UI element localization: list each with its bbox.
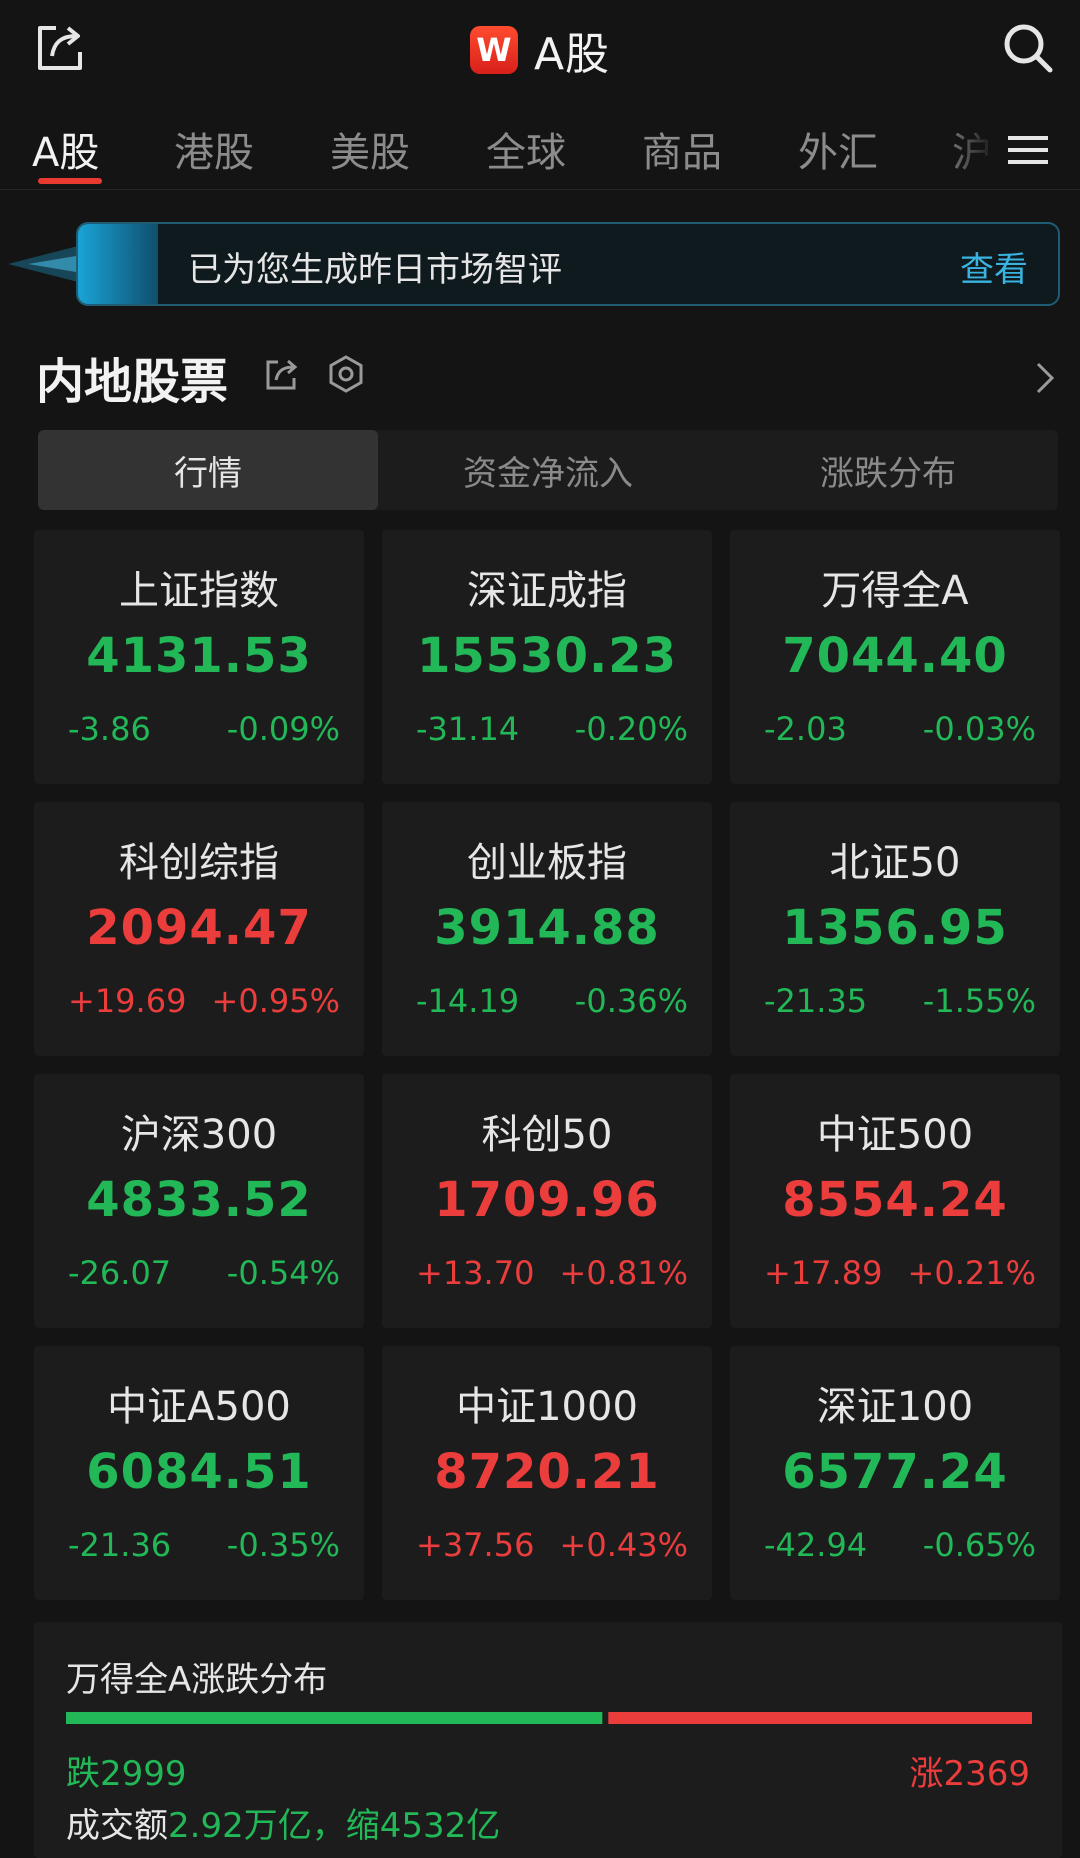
index-name: 中证500 xyxy=(816,1112,974,1158)
index-change: -3.86 xyxy=(68,710,151,748)
index-change-percent: -0.36% xyxy=(574,982,688,1020)
tab-commodities[interactable]: 商品 xyxy=(642,120,722,178)
tab-global[interactable]: 全球 xyxy=(486,120,566,178)
index-card[interactable]: 创业板指 3914.88 -14.19 -0.36% xyxy=(382,802,712,1056)
index-change-percent: +0.43% xyxy=(559,1526,688,1564)
page-title: A股 xyxy=(533,29,611,80)
tab-forex[interactable]: 外汇 xyxy=(798,120,878,178)
index-change-percent: -0.65% xyxy=(922,1526,1036,1564)
index-change-percent: -0.09% xyxy=(226,710,340,748)
index-change: -14.19 xyxy=(416,982,520,1020)
tab-us-stocks[interactable]: 美股 xyxy=(330,120,410,178)
section-title: 内地股票 xyxy=(36,354,229,410)
banner-accent-strip xyxy=(78,224,158,304)
share-icon[interactable] xyxy=(264,356,300,392)
index-name: 深证100 xyxy=(816,1384,974,1430)
index-name: 创业板指 xyxy=(467,840,627,886)
segment-quotes[interactable]: 行情 xyxy=(38,430,378,510)
active-tab-indicator xyxy=(38,178,102,184)
index-card[interactable]: 万得全A 7044.40 -2.03 -0.03% xyxy=(730,530,1060,784)
index-name: 中证1000 xyxy=(456,1384,638,1430)
fall-count: 跌2999 xyxy=(66,1754,187,1794)
app-title: W A股 xyxy=(0,18,1080,82)
index-name: 科创综指 xyxy=(119,840,279,886)
fall-segment xyxy=(66,1712,603,1724)
index-change-percent: +0.21% xyxy=(907,1254,1036,1292)
wind-logo-icon: W xyxy=(469,26,518,74)
index-name: 上证指数 xyxy=(119,568,279,614)
index-change: +13.70 xyxy=(416,1254,535,1292)
search-icon[interactable] xyxy=(1000,20,1056,76)
market-tabs: A股 港股 美股 全球 商品 外汇 沪 xyxy=(0,110,1080,190)
index-change: -31.14 xyxy=(416,710,520,748)
index-change: -21.35 xyxy=(764,982,868,1020)
index-name: 沪深300 xyxy=(120,1112,278,1158)
index-change-percent: +0.81% xyxy=(559,1254,688,1292)
index-change: +19.69 xyxy=(68,982,187,1020)
index-change-percent: -0.20% xyxy=(574,710,688,748)
index-change: -2.03 xyxy=(764,710,847,748)
segment-distribution[interactable]: 涨跌分布 xyxy=(718,430,1058,510)
tab-a-shares[interactable]: A股 xyxy=(32,120,99,178)
index-change: -21.36 xyxy=(68,1526,172,1564)
index-value: 8720.21 xyxy=(434,1444,660,1500)
index-name: 科创50 xyxy=(481,1112,613,1158)
index-card[interactable]: 深证成指 15530.23 -31.14 -0.20% xyxy=(382,530,712,784)
index-value: 6084.51 xyxy=(86,1444,312,1500)
index-card[interactable]: 中证A500 6084.51 -21.36 -0.35% xyxy=(34,1346,364,1600)
rise-count: 涨2369 xyxy=(909,1754,1030,1794)
index-change-percent: -0.54% xyxy=(226,1254,340,1292)
view-button[interactable]: 查看 xyxy=(960,242,1028,291)
menu-icon[interactable] xyxy=(1006,128,1050,172)
top-bar: W A股 xyxy=(0,0,1080,100)
turnover-line: 成交额2.92万亿，缩4532亿 xyxy=(66,1798,500,1847)
index-name: 万得全A xyxy=(821,568,969,614)
index-value: 2094.47 xyxy=(86,900,312,956)
index-value: 3914.88 xyxy=(434,900,660,956)
turnover-value: 2.92万亿，缩4532亿 xyxy=(168,1806,501,1846)
settings-icon[interactable] xyxy=(326,354,366,394)
index-card[interactable]: 中证500 8554.24 +17.89 +0.21% xyxy=(730,1074,1060,1328)
index-value: 6577.24 xyxy=(782,1444,1008,1500)
index-change-percent: -0.35% xyxy=(226,1526,340,1564)
index-change-percent: -1.55% xyxy=(922,982,1036,1020)
banner-text: 已为您生成昨日市场智评 xyxy=(188,250,562,290)
index-change-percent: -0.03% xyxy=(922,710,1036,748)
index-value: 4131.53 xyxy=(86,628,312,684)
distribution-bar xyxy=(66,1712,1032,1724)
index-card[interactable]: 北证50 1356.95 -21.35 -1.55% xyxy=(730,802,1060,1056)
segment-net-inflow[interactable]: 资金净流入 xyxy=(378,430,718,510)
index-card[interactable]: 科创50 1709.96 +13.70 +0.81% xyxy=(382,1074,712,1328)
index-card[interactable]: 上证指数 4131.53 -3.86 -0.09% xyxy=(34,530,364,784)
market-review-banner[interactable]: 已为您生成昨日市场智评 查看 xyxy=(76,222,1060,306)
index-card[interactable]: 中证1000 8720.21 +37.56 +0.43% xyxy=(382,1346,712,1600)
index-card[interactable]: 科创综指 2094.47 +19.69 +0.95% xyxy=(34,802,364,1056)
index-change: +17.89 xyxy=(764,1254,883,1292)
index-name: 中证A500 xyxy=(107,1384,291,1430)
app-screen: W A股 A股 港股 美股 全球 商品 外汇 沪 已为您生成昨日市场智评 查看 xyxy=(0,0,1080,1858)
index-value: 8554.24 xyxy=(782,1172,1008,1228)
index-value: 1709.96 xyxy=(434,1172,660,1228)
view-segment-control: 行情 资金净流入 涨跌分布 xyxy=(38,430,1058,510)
rise-fall-distribution[interactable]: 万得全A涨跌分布 跌2999 涨2369 成交额2.92万亿，缩4532亿 xyxy=(34,1622,1062,1858)
turnover-label: 成交额 xyxy=(66,1806,168,1846)
index-change: +37.56 xyxy=(416,1526,535,1564)
index-value: 1356.95 xyxy=(782,900,1008,956)
index-name: 深证成指 xyxy=(467,568,627,614)
index-value: 7044.40 xyxy=(782,628,1008,684)
index-name: 北证50 xyxy=(829,840,961,886)
distribution-title: 万得全A涨跌分布 xyxy=(66,1660,328,1700)
index-value: 4833.52 xyxy=(86,1172,312,1228)
index-value: 15530.23 xyxy=(416,628,678,684)
chevron-right-icon[interactable] xyxy=(1030,360,1058,396)
index-change-percent: +0.95% xyxy=(211,982,340,1020)
index-change: -26.07 xyxy=(68,1254,172,1292)
index-card[interactable]: 沪深300 4833.52 -26.07 -0.54% xyxy=(34,1074,364,1328)
tab-hk-stocks[interactable]: 港股 xyxy=(174,120,254,178)
index-card[interactable]: 深证100 6577.24 -42.94 -0.65% xyxy=(730,1346,1060,1600)
index-change: -42.94 xyxy=(764,1526,868,1564)
rise-segment xyxy=(608,1712,1032,1724)
